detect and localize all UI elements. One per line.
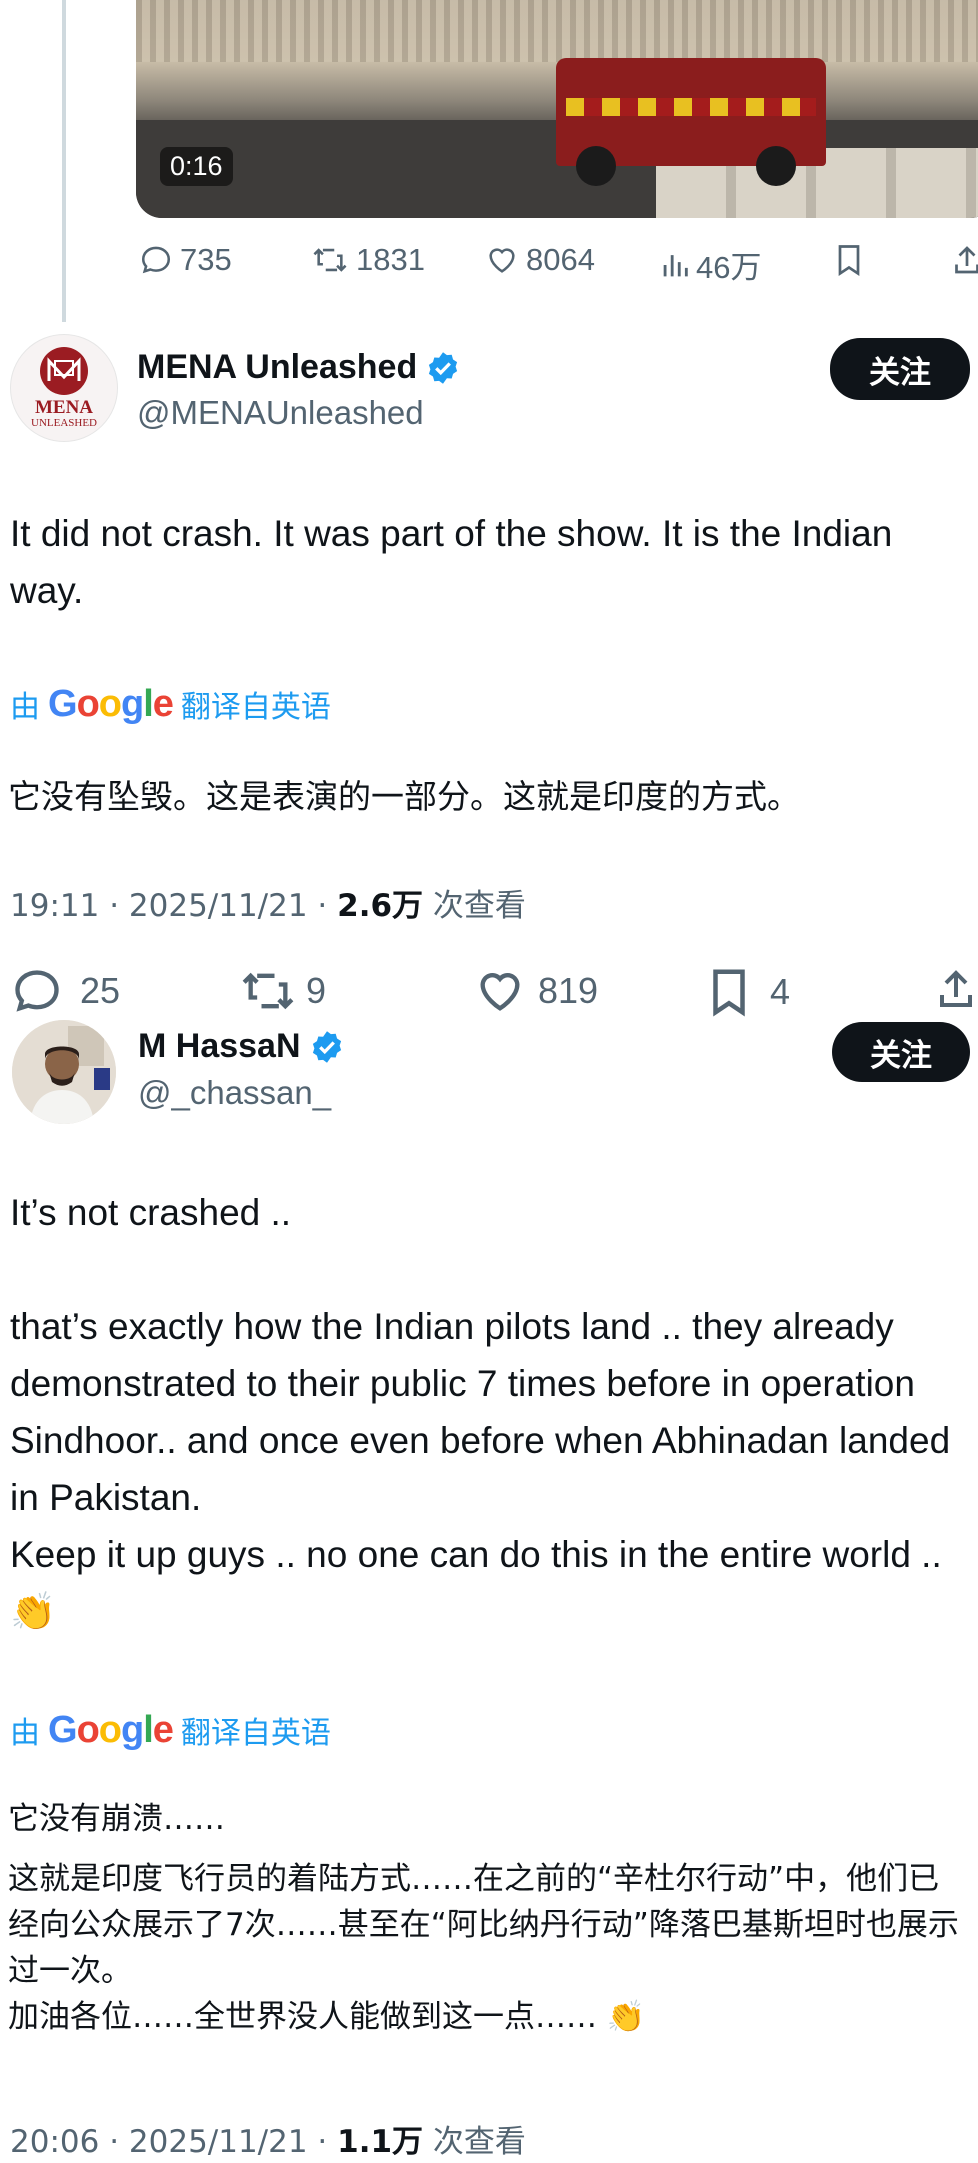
avatar-mena-unleashed[interactable]: MENA UNLEASHED xyxy=(10,334,118,442)
repost-count: 1831 xyxy=(356,242,425,277)
translation-suffix: 翻译自英语 xyxy=(180,690,331,725)
google-logo-icon: Google xyxy=(48,682,174,725)
repost-icon xyxy=(242,972,294,1010)
tweet-text: It’s not crashed .. that’s exactly how t… xyxy=(10,1192,951,1632)
author-handle[interactable]: @_chassan_ xyxy=(138,1074,331,1112)
repost-count: 9 xyxy=(306,970,327,1011)
author-name[interactable]: MENA Unleashed xyxy=(137,348,461,387)
repost-action[interactable]: 1831 xyxy=(310,242,425,278)
follow-button[interactable]: 关注 xyxy=(830,338,970,400)
reply-action[interactable]: 25 xyxy=(10,965,120,1017)
video-timestamp: 0:16 xyxy=(160,147,233,186)
share-icon xyxy=(955,246,978,274)
view-count: 1.1万 xyxy=(337,2124,424,2160)
video-frame-wheel xyxy=(576,146,616,186)
translated-text: 它没有坠毁。这是表演的一部分。这就是印度的方式。 xyxy=(8,777,800,816)
like-count: 819 xyxy=(538,970,599,1011)
like-action[interactable]: 8064 xyxy=(484,242,595,278)
tweet-text: It did not crash. It was part of the sho… xyxy=(10,513,893,611)
share-icon xyxy=(940,970,972,1007)
profile-photo-icon xyxy=(12,1020,116,1124)
like-count: 8064 xyxy=(526,242,595,277)
repost-action[interactable]: 9 xyxy=(238,965,326,1017)
avatar-brand-subtext: UNLEASHED xyxy=(31,417,97,429)
like-action[interactable]: 819 xyxy=(472,965,598,1017)
tweet-meta: 20:06 · 2025/11/21 · 1.1万 次查看 xyxy=(10,2116,526,2161)
video-frame-fence xyxy=(136,0,978,62)
view-count-suffix: 次查看 xyxy=(423,2124,526,2160)
translation-label[interactable]: 由 Google 翻译自英语 xyxy=(10,682,331,726)
reply-action[interactable]: 735 xyxy=(138,242,232,278)
translated-text: 这就是印度飞行员的着陆方式……在之前的“辛杜尔行动”中，他们已经向公众展示了7次… xyxy=(8,1861,959,2035)
translation-label[interactable]: 由 Google 翻译自英语 xyxy=(10,1708,331,1752)
follow-button[interactable]: 关注 xyxy=(832,1022,970,1082)
translation-prefix: 由 xyxy=(10,1716,40,1751)
translation-prefix: 由 xyxy=(10,690,40,725)
tweet-timestamp: 19:11 · 2025/11/21 · xyxy=(10,888,338,924)
thread-line xyxy=(62,0,66,322)
avatar-brand-text: MENA xyxy=(34,397,94,418)
reply-icon xyxy=(141,246,171,274)
bookmark-count: 4 xyxy=(770,971,791,1012)
bookmark-icon xyxy=(713,969,745,1017)
video-frame-wheel xyxy=(756,146,796,186)
video-frame-truck-stripe xyxy=(566,98,816,116)
translation-suffix: 翻译自英语 xyxy=(180,1716,331,1751)
heart-icon xyxy=(489,248,515,273)
bookmark-icon xyxy=(838,245,860,277)
verified-badge-icon xyxy=(429,351,458,384)
google-logo-icon: Google xyxy=(48,1708,174,1751)
tweet-meta: 19:11 · 2025/11/21 · 2.6万 次查看 xyxy=(10,880,526,925)
tweet-timestamp: 20:06 · 2025/11/21 · xyxy=(10,2124,338,2160)
repost-icon xyxy=(313,248,347,272)
heart-icon xyxy=(480,973,520,1011)
reply-count: 735 xyxy=(180,242,232,277)
views-count: 46万 xyxy=(696,250,762,285)
translated-text-line1: 它没有崩溃…… xyxy=(8,1801,225,1837)
author-name-text: M HassaN xyxy=(138,1027,301,1065)
views-icon xyxy=(663,254,688,276)
bookmark-action[interactable] xyxy=(834,242,864,278)
video-player[interactable]: 0:16 xyxy=(136,0,978,218)
view-count-suffix: 次查看 xyxy=(423,888,526,924)
author-name[interactable]: M HassaN xyxy=(138,1027,345,1066)
verified-badge-icon xyxy=(312,1030,341,1063)
share-action[interactable] xyxy=(952,242,978,278)
author-handle[interactable]: @MENAUnleashed xyxy=(137,394,424,432)
views-action[interactable]: 46万 xyxy=(660,242,761,287)
avatar-m-hassan[interactable] xyxy=(12,1020,116,1124)
bookmark-action[interactable]: 4 xyxy=(706,965,790,1019)
reply-count: 25 xyxy=(80,970,121,1011)
author-name-text: MENA Unleashed xyxy=(137,348,418,386)
share-action[interactable] xyxy=(936,962,976,1016)
view-count: 2.6万 xyxy=(337,888,424,924)
reply-icon xyxy=(15,970,59,1012)
